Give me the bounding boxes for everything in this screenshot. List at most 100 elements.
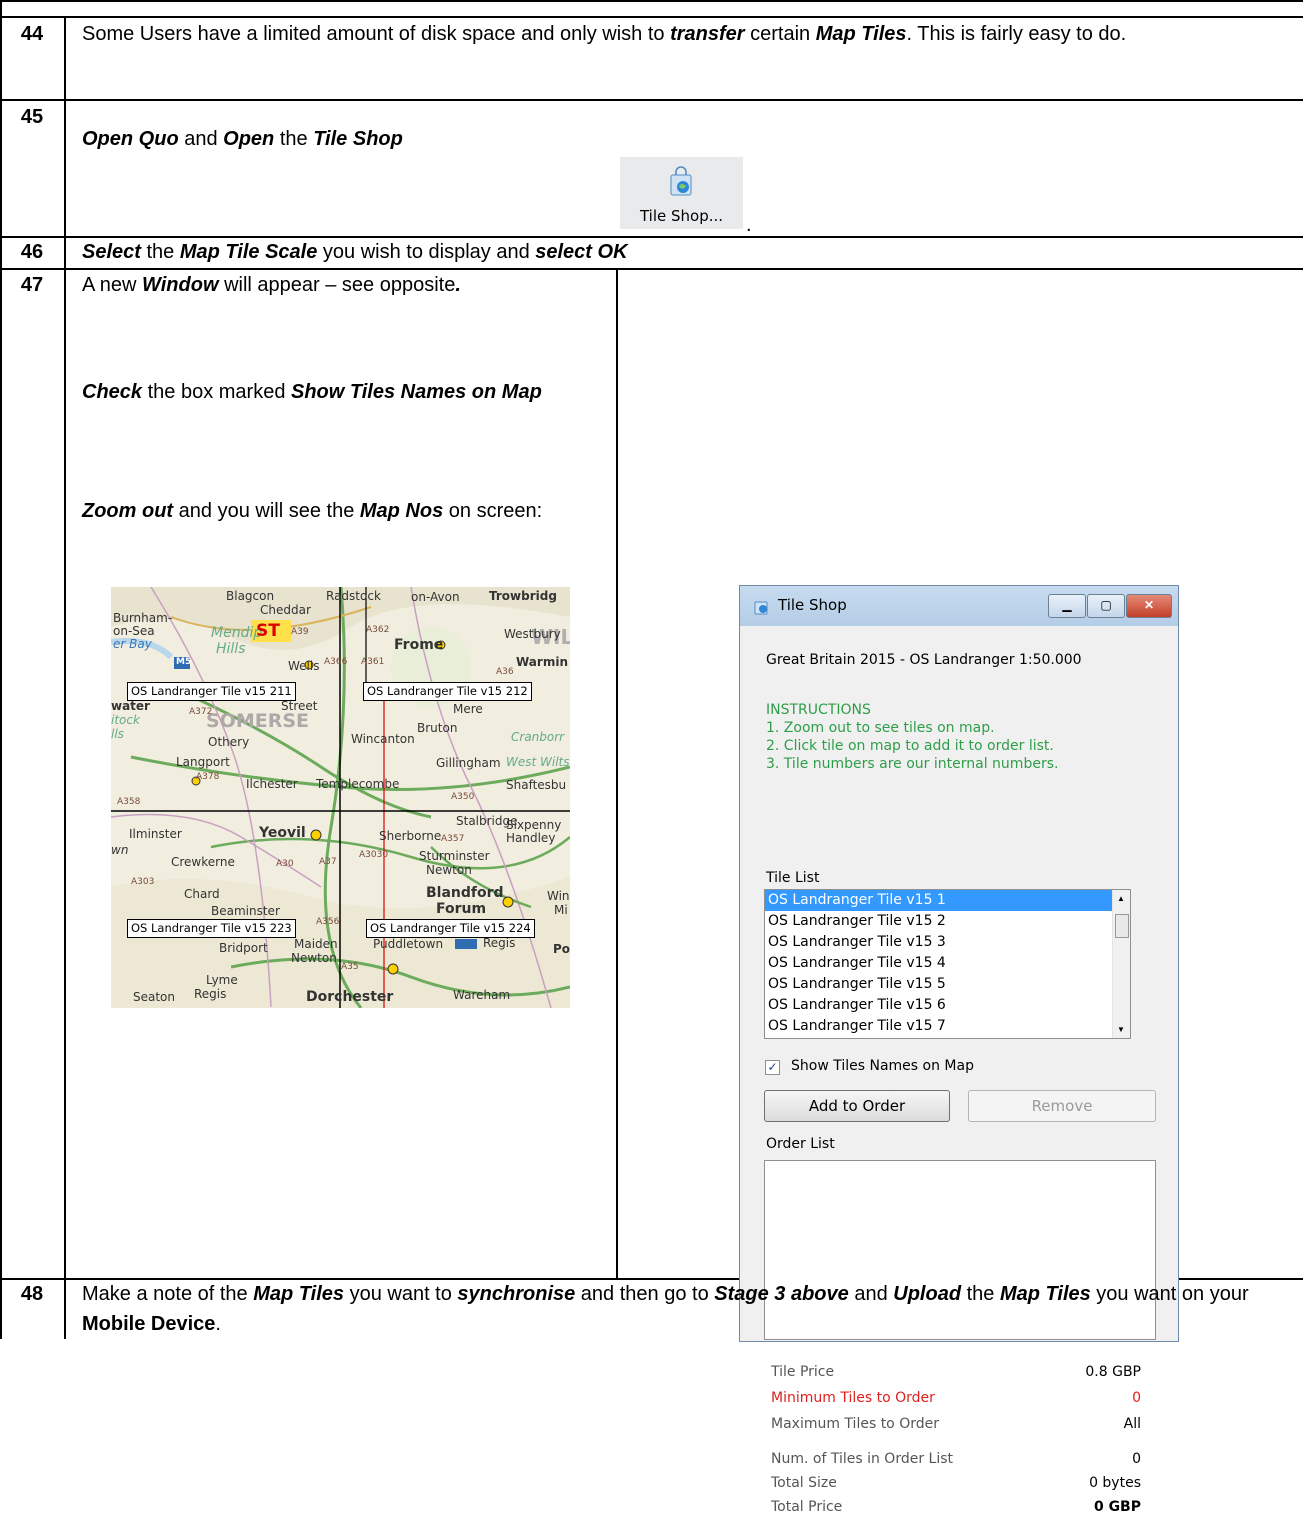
tile-list-label: Tile List bbox=[766, 870, 820, 886]
row-divider bbox=[0, 16, 1303, 18]
map-place: Handley bbox=[506, 831, 556, 845]
close-icon[interactable]: ✕ bbox=[1126, 594, 1172, 618]
map-place: Maiden bbox=[294, 937, 338, 951]
map-place: Beaminster bbox=[211, 904, 280, 918]
road-label: A356 bbox=[316, 917, 340, 927]
row-48-text: Make a note of the Map Tiles you want to… bbox=[82, 1283, 1249, 1335]
shopping-bag-icon bbox=[670, 166, 692, 196]
map-place: Win bbox=[547, 889, 570, 903]
map-place: Ilminster bbox=[129, 827, 182, 841]
map-name: Great Britain 2015 - OS Landranger 1:50.… bbox=[766, 652, 1082, 668]
map-place: Gillingham bbox=[436, 756, 501, 770]
scroll-down-icon[interactable]: ▼ bbox=[1117, 1025, 1125, 1034]
minimize-icon[interactable]: ▁ bbox=[1048, 594, 1086, 618]
map-tile-label[interactable]: OS Landranger Tile v15 224 bbox=[366, 919, 535, 938]
map-place: lls bbox=[111, 727, 124, 741]
list-item[interactable]: OS Landranger Tile v15 3 bbox=[765, 932, 1130, 953]
map-place: Mendip bbox=[211, 625, 263, 641]
map-place: Chard bbox=[184, 887, 220, 901]
map-place: Crewkerne bbox=[171, 855, 235, 869]
maximize-icon[interactable]: ▢ bbox=[1087, 594, 1125, 618]
window-content: Great Britain 2015 - OS Landranger 1:50.… bbox=[748, 626, 1168, 1515]
map-place: Sixpenny bbox=[506, 818, 562, 832]
scroll-thumb[interactable] bbox=[1115, 914, 1129, 938]
map-place: Shaftesbu bbox=[506, 778, 567, 792]
map-place: itock bbox=[111, 713, 140, 727]
tile-list[interactable]: OS Landranger Tile v15 1 OS Landranger T… bbox=[764, 889, 1131, 1039]
tile-shop-button-label: Tile Shop... bbox=[639, 207, 724, 225]
list-item[interactable]: OS Landranger Tile v15 7 bbox=[765, 1016, 1130, 1037]
map-place: er Bay bbox=[113, 637, 152, 651]
road-label: A366 bbox=[324, 657, 348, 667]
row-46-text: Select the Map Tile Scale you wish to di… bbox=[82, 241, 628, 263]
map-place: Blandford bbox=[426, 885, 504, 901]
map-tile-label[interactable]: OS Landranger Tile v15 211 bbox=[127, 682, 296, 701]
document-page: 44 Some Users have a limited amount of d… bbox=[0, 0, 1303, 1515]
window-title: Tile Shop bbox=[778, 596, 847, 614]
map-place: Wareham bbox=[453, 988, 511, 1002]
map-tile-label[interactable]: OS Landranger Tile v15 212 bbox=[363, 682, 532, 701]
map-place: Forum bbox=[436, 901, 487, 917]
tile-shop-toolbar-button[interactable]: Tile Shop... bbox=[620, 157, 743, 229]
scrollbar[interactable]: ▲ ▼ bbox=[1112, 890, 1130, 1038]
map-place: Langport bbox=[176, 755, 230, 769]
map-place: Wincanton bbox=[351, 732, 415, 746]
table-border-left bbox=[0, 0, 2, 1339]
row-47-line1: A new Window will appear – see opposite. bbox=[82, 274, 461, 296]
map-place: Newton bbox=[291, 951, 337, 965]
map-tile-label[interactable]: OS Landranger Tile v15 223 bbox=[127, 919, 296, 938]
map-place: Puddletown bbox=[373, 937, 444, 951]
order-list-label: Order List bbox=[766, 1136, 835, 1152]
road-label: M5 bbox=[176, 657, 192, 667]
list-item[interactable]: OS Landranger Tile v15 6 bbox=[765, 995, 1130, 1016]
tile-shop-window: Tile Shop ▁ ▢ ✕ Great Britain 2015 - OS … bbox=[739, 585, 1179, 1515]
tile-list-wrapper: OS Landranger Tile v15 1 OS Landranger T… bbox=[741, 889, 1161, 1039]
map-place: on-Avon bbox=[411, 590, 460, 604]
row-45-text: Open Quo and Open the Tile Shop bbox=[82, 128, 403, 150]
row-divider bbox=[0, 99, 1303, 101]
instruction-line: 3. Tile numbers are our internal numbers… bbox=[766, 756, 1059, 772]
scroll-up-icon[interactable]: ▲ bbox=[1117, 894, 1125, 903]
map-place: Bruton bbox=[417, 721, 458, 735]
list-item[interactable]: OS Landranger Tile v15 4 bbox=[765, 953, 1130, 974]
road-label: A35 bbox=[341, 962, 359, 972]
show-names-checkbox[interactable]: ✓ bbox=[765, 1060, 780, 1075]
tile-shop-icon bbox=[754, 601, 768, 615]
map-place: wn bbox=[111, 843, 129, 857]
map-place: Radstock bbox=[326, 589, 381, 603]
instructions-heading: INSTRUCTIONS bbox=[766, 702, 871, 718]
map-place: Frome bbox=[394, 637, 444, 653]
show-names-label: Show Tiles Names on Map bbox=[791, 1058, 974, 1074]
road-label: A361 bbox=[361, 657, 385, 667]
map-place: Templecombe bbox=[316, 777, 400, 791]
road-label: A372 bbox=[189, 707, 213, 717]
instruction-line: 2. Click tile on map to add it to order … bbox=[766, 738, 1054, 754]
road-label: A30 bbox=[276, 859, 294, 869]
map-place: Warmin bbox=[516, 655, 568, 669]
map-place: Burnham- bbox=[113, 611, 173, 625]
map-place: Blagcon bbox=[226, 589, 275, 603]
row-number-48: 48 bbox=[20, 1283, 44, 1305]
map-place: Seaton bbox=[133, 990, 176, 1004]
add-to-order-button[interactable]: Add to Order bbox=[764, 1090, 950, 1122]
table-border-top bbox=[0, 0, 1303, 2]
list-item[interactable]: OS Landranger Tile v15 1 bbox=[765, 890, 1130, 911]
remove-button[interactable]: Remove bbox=[968, 1090, 1156, 1122]
map-place: Hills bbox=[216, 641, 246, 657]
row-47-line3: Zoom out and you will see the Map Nos on… bbox=[82, 500, 543, 522]
row-number-47: 47 bbox=[20, 274, 44, 296]
road-label: A378 bbox=[196, 772, 220, 782]
list-item[interactable]: OS Landranger Tile v15 2 bbox=[765, 911, 1130, 932]
map-place: water bbox=[111, 699, 150, 713]
map-place: Newton bbox=[426, 863, 472, 877]
road-label: A357 bbox=[441, 834, 465, 844]
list-item[interactable]: OS Landranger Tile v15 5 bbox=[765, 974, 1130, 995]
map-place: West Wilts bbox=[506, 755, 570, 769]
map-place: SOMERSE bbox=[206, 710, 310, 732]
row-number-45: 45 bbox=[20, 106, 44, 128]
road-label: A37 bbox=[319, 857, 337, 867]
map-place: Westbury bbox=[504, 627, 561, 641]
row-44-text: Some Users have a limited amount of disk… bbox=[82, 23, 1127, 45]
road-label: A36 bbox=[496, 667, 514, 677]
road-label: A303 bbox=[131, 877, 155, 887]
